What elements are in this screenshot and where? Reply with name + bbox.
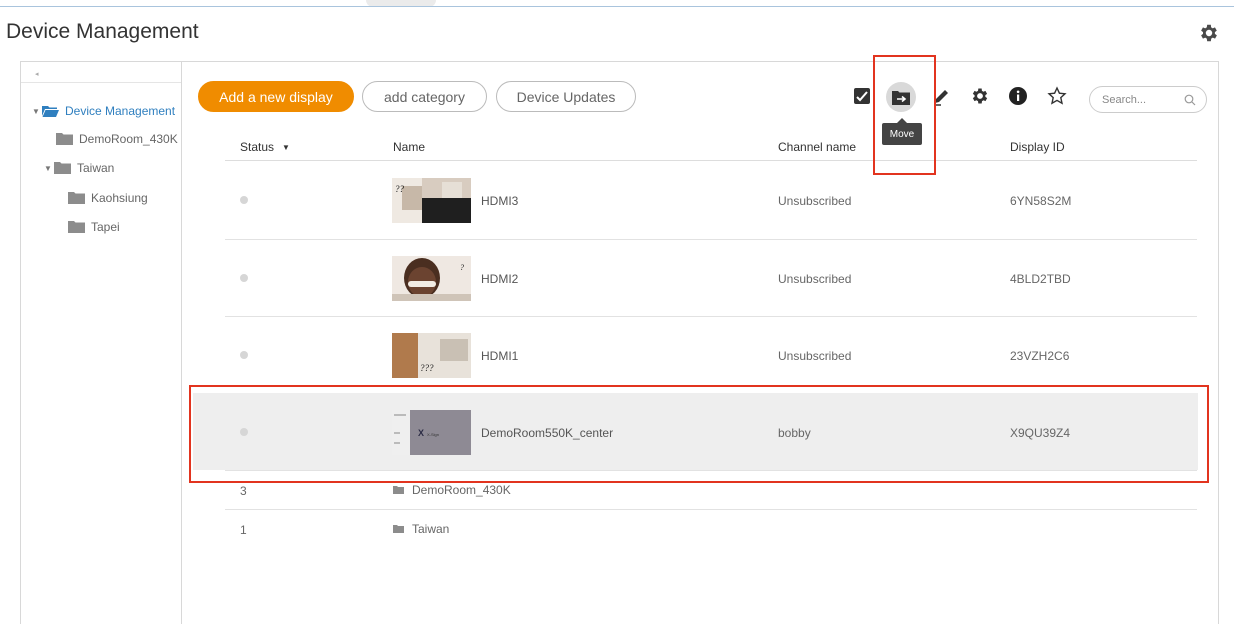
folder-name: DemoRoom_430K [412,483,511,497]
row-display-id: 6YN58S2M [1010,194,1072,208]
svg-text:X: X [418,428,424,438]
tree-item-device-management[interactable]: ▼ Device Management [32,104,175,118]
open-folder-icon [42,106,59,117]
folder-icon [56,133,73,145]
column-header-label: Status [240,140,275,154]
search-field[interactable] [1089,86,1207,113]
add-category-button[interactable]: add category [362,81,487,112]
tree-item-label: Kaohsiung [91,191,148,205]
star-icon[interactable] [1045,84,1069,108]
row-channel: bobby [778,426,811,440]
folder-count: 1 [240,523,247,537]
row-name: DemoRoom550K_center [481,426,614,440]
caret-down-icon[interactable]: ▼ [44,164,54,173]
column-header-name[interactable]: Name [393,140,425,154]
tree-item-tapei[interactable]: Tapei [68,220,120,234]
row-channel: Unsubscribed [778,272,852,286]
tree-item-label: Tapei [91,220,120,234]
folder-icon [68,221,85,233]
svg-text:?: ? [460,263,464,272]
row-name: HDMI1 [481,349,519,363]
status-indicator [240,351,248,359]
display-thumbnail: X X-Sign [392,410,471,455]
row-channel: Unsubscribed [778,194,852,208]
folder-row[interactable] [193,471,1198,509]
row-name: HDMI2 [481,272,519,286]
caret-down-icon[interactable]: ▼ [32,107,42,116]
tree-item-label: DemoRoom_430K [79,132,178,146]
search-icon[interactable] [1184,93,1196,111]
folder-icon [393,525,404,533]
status-indicator [240,428,248,436]
folder-icon [68,192,85,204]
tree-item-taiwan[interactable]: ▼ Taiwan [44,161,114,175]
row-channel: Unsubscribed [778,349,852,363]
row-display-id: 23VZH2C6 [1010,349,1070,363]
folder-name: Taiwan [412,522,450,536]
sidebar-divider [21,82,181,83]
folder-row[interactable] [193,510,1198,548]
page-title: Device Management [6,20,199,43]
row-display-id: 4BLD2TBD [1010,272,1071,286]
status-indicator [240,274,248,282]
tree-item-kaohsiung[interactable]: Kaohsiung [68,191,148,205]
row-display-id: X9QU39Z4 [1010,426,1071,440]
tree-item-label: Device Management [65,104,176,118]
svg-text:???: ??? [420,363,434,373]
tree-item-demoroom-430k[interactable]: DemoRoom_430K [56,132,178,146]
add-display-button[interactable]: Add a new display [198,81,354,112]
check-square-icon[interactable] [850,84,874,108]
search-input[interactable] [1102,93,1180,106]
settings-gear-icon[interactable] [1198,22,1220,44]
status-indicator [240,196,248,204]
display-thumbnail: ?? [392,178,471,223]
column-header-display-id[interactable]: Display ID [1010,140,1065,154]
top-divider [0,6,1234,7]
info-icon[interactable] [1006,84,1030,108]
sort-caret-icon[interactable]: ▼ [282,143,290,152]
folder-icon [54,162,71,174]
folder-icon [393,486,404,494]
move-folder-icon[interactable] [886,82,916,112]
row-name: HDMI3 [481,194,519,208]
device-updates-button[interactable]: Device Updates [496,81,636,112]
settings-gear-icon[interactable] [968,84,992,108]
column-header-status[interactable]: Status ▼ [240,140,290,154]
column-header-channel[interactable]: Channel name [778,140,856,154]
svg-text:X-Sign: X-Sign [427,432,439,437]
tree-item-label: Taiwan [77,161,115,175]
edit-pencil-icon[interactable] [930,84,954,108]
svg-text:??: ?? [395,184,405,194]
folder-count: 3 [240,484,247,498]
move-tooltip: Move [882,118,922,145]
display-thumbnail: ? [392,256,471,301]
collapse-sidebar-icon[interactable]: ◂ [35,70,39,78]
display-thumbnail: ??? [392,333,471,378]
